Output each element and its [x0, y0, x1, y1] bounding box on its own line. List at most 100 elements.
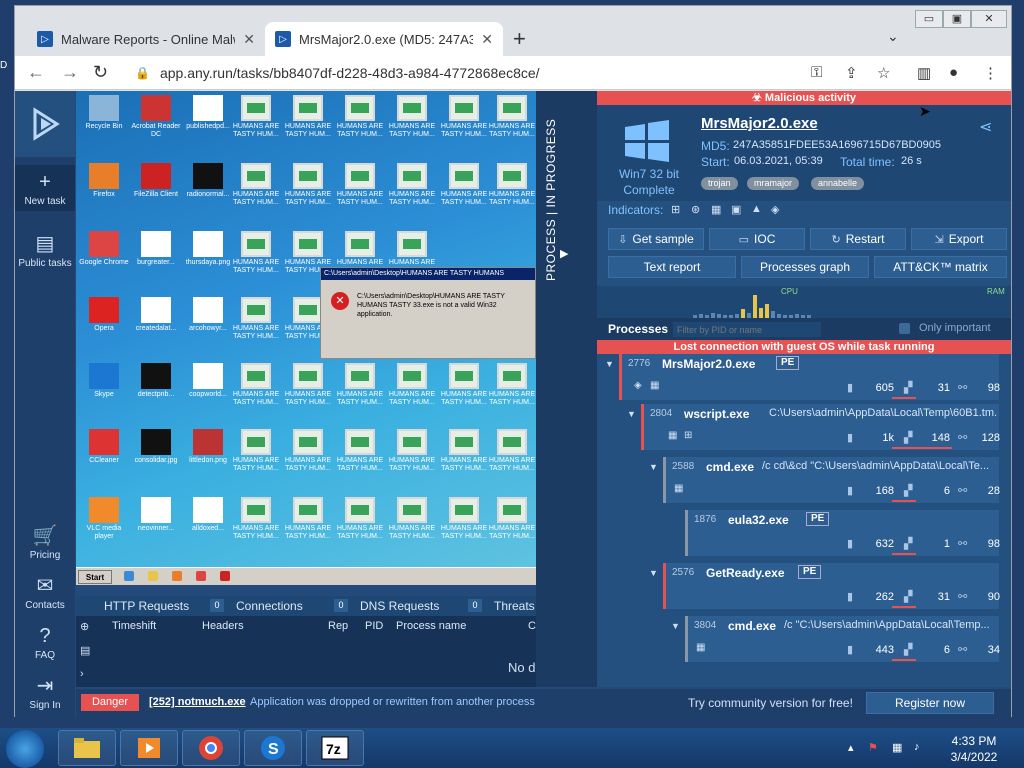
stop-icon[interactable] [220, 571, 230, 581]
process-indicator-icon[interactable]: ⊛ [691, 203, 700, 216]
sidebar-item-sign-in[interactable]: ⇥ Sign In [15, 673, 75, 711]
skype-app-button[interactable]: S [244, 730, 302, 766]
desktop-icon[interactable]: Opera [78, 297, 130, 333]
tray-volume-icon[interactable]: ♪ [914, 741, 920, 753]
tab-search-dropdown-icon[interactable]: ⌄ [887, 28, 899, 45]
sidebar-item-contacts[interactable]: ✉ Contacts [15, 573, 75, 611]
get-sample-button[interactable]: ⇩ Get sample [608, 228, 704, 250]
sidebar-item-faq[interactable]: ? FAQ [15, 625, 75, 661]
humans-file-icon[interactable]: HUMANS ARE TASTY HUM... [230, 231, 282, 275]
share-icon[interactable]: ⇪ [845, 64, 858, 82]
vm-start-button[interactable]: Start [78, 570, 112, 584]
terminal-icon[interactable]: › [80, 668, 84, 680]
process-row[interactable]: 2776 MrsMajor2.0.exe PE ◈ ▦ ▮ 605 ▞ 31 ⚯ 98 [619, 354, 1000, 400]
address-bar[interactable]: 🔒 app.any.run/tasks/bb8407df-d228-48d3-a… [125, 60, 855, 86]
humans-file-icon[interactable]: HUMANS ARE TASTY HUM... [438, 497, 490, 541]
tag-mramajor[interactable]: mramajor [747, 177, 800, 190]
task-name-link[interactable]: MrsMajor2.0.exe [701, 115, 818, 132]
anyrun-logo[interactable] [15, 91, 75, 157]
tag-annabelle[interactable]: annabelle [811, 177, 865, 190]
desktop-icon[interactable]: FileZilla Client [130, 163, 182, 199]
files-indicator-icon[interactable]: ▣ [731, 203, 741, 216]
shield-indicator-icon[interactable]: ◈ [771, 203, 779, 216]
humans-file-icon[interactable]: HUMANS ARE TASTY HUM... [438, 429, 490, 473]
key-icon[interactable]: ⚿ [811, 64, 822, 81]
sidebar-item-new-task[interactable]: + New task [15, 165, 75, 211]
tab-mrsmajor-report[interactable]: ▷ MrsMajor2.0.exe (MD5: 247A358 ✕ [265, 22, 503, 56]
expand-arrow-icon[interactable]: ▼ [671, 621, 680, 631]
humans-file-icon[interactable]: HUMANS ARE TASTY HUM... [486, 95, 536, 139]
danger-process-link[interactable]: [252] notmuch.exe [149, 696, 246, 708]
desktop-icon[interactable]: publishedpd... [182, 95, 234, 131]
maximize-button[interactable]: ▣ [943, 10, 971, 28]
humans-file-icon[interactable]: HUMANS ARE TASTY HUM... [438, 95, 490, 139]
tray-network-icon[interactable]: ▦ [892, 741, 902, 754]
globe-icon[interactable]: ⊕ [80, 620, 89, 633]
tab-dns-requests[interactable]: DNS Requests [360, 599, 439, 613]
bookmark-star-icon[interactable]: ☆ [877, 64, 890, 82]
desktop-icon[interactable]: Recycle Bin [78, 95, 130, 131]
humans-file-icon[interactable]: HUMANS ARE TASTY HUM... [334, 429, 386, 473]
desktop-icon[interactable]: VLC media player [78, 497, 130, 541]
humans-file-icon[interactable]: HUMANS ARE TASTY HUM... [230, 297, 282, 341]
humans-file-icon[interactable]: HUMANS ARE TASTY HUM... [230, 95, 282, 139]
desktop-icon[interactable]: radionormal... [182, 163, 234, 199]
desktop-icon[interactable]: createdalat... [130, 297, 182, 333]
pid-filter-input[interactable] [673, 322, 821, 337]
humans-file-icon[interactable]: HUMANS ARE TASTY HUM... [486, 429, 536, 473]
close-tab-icon[interactable]: ✕ [243, 31, 255, 48]
network-indicator-icon[interactable]: ⊞ [671, 203, 680, 216]
humans-file-icon[interactable]: HUMANS ARE TASTY HUM... [334, 163, 386, 207]
desktop-icon[interactable]: detectpnb... [130, 363, 182, 399]
desktop-icon[interactable]: CCleaner [78, 429, 130, 465]
desktop-icon[interactable]: coopworld... [182, 363, 234, 399]
7zip-app-button[interactable]: 7z [306, 730, 364, 766]
desktop-icon[interactable]: littledon.png [182, 429, 234, 465]
file-icon[interactable]: ▤ [80, 644, 90, 657]
humans-file-icon[interactable]: HUMANS ARE TASTY HUM... [486, 163, 536, 207]
clock-date[interactable]: 3/4/2022 [946, 750, 1002, 764]
process-row[interactable]: 3804 cmd.exe/c "C:\Users\admin\AppData\Lo… [685, 616, 1000, 662]
lock-icon[interactable]: 🔒 [135, 66, 150, 80]
expand-arrow-icon[interactable]: ▼ [605, 359, 614, 369]
desktop-icon[interactable]: burgreater... [130, 231, 182, 267]
process-row[interactable]: 2576 GetReady.exe PE ▮ 262 ▞ 31 ⚯ 90 [663, 563, 1000, 609]
humans-file-icon[interactable]: HUMANS ARE TASTY HUM... [438, 363, 490, 407]
register-button[interactable]: Register now [866, 692, 994, 714]
desktop-icon[interactable]: neovinner... [130, 497, 182, 533]
humans-file-icon[interactable]: HUMANS ARE TASTY HUM... [386, 163, 438, 207]
windows-start-button[interactable] [6, 730, 44, 768]
humans-file-icon[interactable]: HUMANS ARE TASTY HUM... [282, 95, 334, 139]
tab-malware-reports[interactable]: ▷ Malware Reports - Online Malwa ✕ [27, 22, 265, 56]
humans-file-icon[interactable]: HUMANS ARE TASTY HUM... [486, 497, 536, 541]
desktop-icon[interactable]: Acrobat Reader DC [130, 95, 182, 139]
humans-file-icon[interactable]: HUMANS ARE TASTY HUM... [438, 163, 490, 207]
exe-indicator-icon[interactable]: ▦ [711, 203, 721, 216]
expand-arrow-icon[interactable]: ▼ [649, 462, 658, 472]
ioc-button[interactable]: ▭ IOC [709, 228, 805, 250]
humans-file-icon[interactable]: HUMANS ARE TASTY HUM... [282, 497, 334, 541]
desktop-icon[interactable]: thursdaya.png [182, 231, 234, 267]
desktop-icon[interactable]: Skype [78, 363, 130, 399]
attck-matrix-button[interactable]: ATT&CK™ matrix [874, 256, 1007, 278]
tag-trojan[interactable]: trojan [701, 177, 738, 190]
play-icon[interactable]: ▶ [560, 247, 568, 260]
humans-file-icon[interactable]: HUMANS ARE TASTY HUM... [230, 363, 282, 407]
expand-arrow-icon[interactable]: ▼ [627, 409, 636, 419]
humans-file-icon[interactable]: HUMANS ARE TASTY HUM... [334, 497, 386, 541]
tab-threats[interactable]: Threats [494, 599, 535, 613]
media-player-app-button[interactable] [120, 730, 178, 766]
chrome-app-button[interactable] [182, 730, 240, 766]
humans-file-icon[interactable]: HUMANS ARE TASTY HUM... [386, 363, 438, 407]
menu-kebab-icon[interactable]: ⋮ [983, 64, 998, 82]
reload-icon[interactable]: ↻ [93, 62, 108, 83]
chrome-icon[interactable] [196, 571, 206, 581]
side-panel-icon[interactable]: ▥ [917, 64, 931, 82]
export-button[interactable]: ⇲ Export [911, 228, 1007, 250]
humans-file-icon[interactable]: HUMANS ARE TASTY HUM... [334, 363, 386, 407]
vm-screen[interactable]: Recycle Bin Acrobat Reader DC publishedpd.… [76, 91, 536, 585]
text-report-button[interactable]: Text report [608, 256, 736, 278]
humans-file-icon[interactable]: HUMANS ARE TASTY HUM... [230, 429, 282, 473]
sidebar-item-pricing[interactable]: 🛒 Pricing [15, 523, 75, 561]
close-tab-icon[interactable]: ✕ [481, 31, 493, 48]
